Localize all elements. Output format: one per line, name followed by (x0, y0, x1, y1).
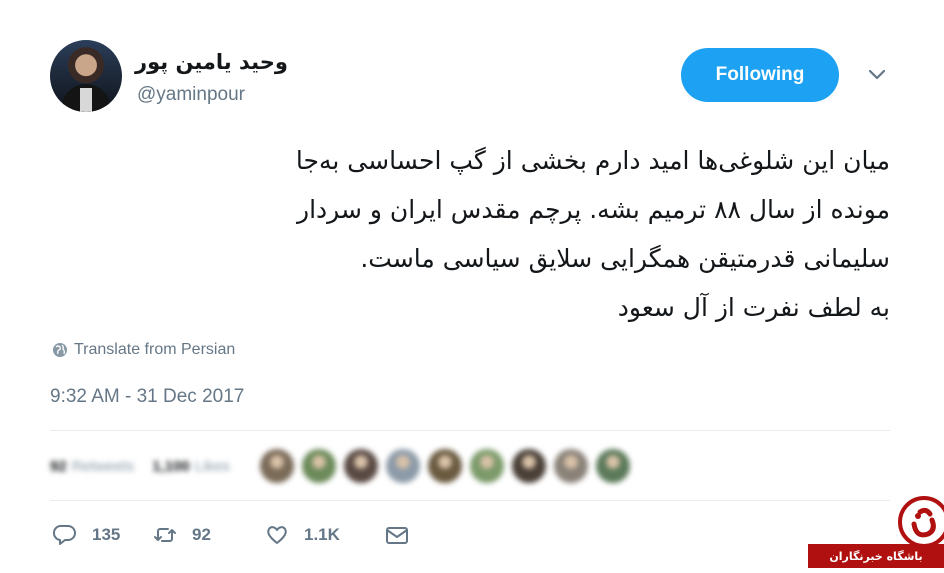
heart-icon (267, 526, 287, 544)
retweets-stat-label: Retweets (71, 457, 135, 475)
news-agency-watermark: باشگاه خبرنگاران (808, 494, 944, 573)
user-avatar[interactable] (50, 40, 122, 112)
divider (50, 500, 890, 501)
translate-link[interactable]: Translate from Persian (52, 341, 235, 359)
retweets-stat[interactable]: 92 Retweets (50, 458, 134, 475)
liker-avatar[interactable] (511, 449, 546, 483)
likes-stat-count: 1,100 (152, 457, 190, 475)
likes-stat-label: Likes (194, 457, 230, 475)
retweets-stat-count: 92 (50, 457, 67, 475)
retweet-button[interactable]: 92 (152, 522, 264, 548)
globe-icon (53, 343, 67, 357)
tweet-stats: 92 Retweets 1,100 Likes (50, 446, 630, 486)
envelope-icon (386, 527, 408, 544)
reply-icon (52, 524, 76, 545)
liker-avatars (259, 449, 630, 483)
divider (50, 430, 890, 431)
liker-avatar[interactable] (595, 449, 630, 483)
user-handle[interactable]: @yaminpour (137, 84, 245, 106)
liker-avatar[interactable] (259, 449, 294, 483)
liker-avatar[interactable] (343, 449, 378, 483)
chevron-down-icon[interactable] (866, 67, 888, 83)
translate-label: Translate from Persian (74, 341, 236, 358)
liker-avatar[interactable] (553, 449, 588, 483)
following-button[interactable]: Following (681, 48, 839, 102)
tweet-line: مونده از سال ۸۸ ترمیم بشه. پرچم مقدس ایر… (297, 195, 890, 224)
direct-message-button[interactable] (384, 522, 410, 548)
like-count: 1.1K (304, 525, 340, 544)
liker-avatar[interactable] (301, 449, 336, 483)
reply-button[interactable]: 135 (52, 522, 152, 548)
tweet-actions: 135 92 1.1K (52, 522, 410, 548)
watermark-text: باشگاه خبرنگاران (808, 544, 944, 568)
reply-count: 135 (92, 525, 121, 544)
retweet-icon (154, 528, 176, 542)
tweet-line: سلیمانی قدرمتیقن همگرایی سلایق سیاسی ماس… (360, 244, 890, 273)
retweet-count: 92 (192, 525, 211, 544)
liker-avatar[interactable] (469, 449, 504, 483)
liker-avatar[interactable] (385, 449, 420, 483)
like-button[interactable]: 1.1K (264, 522, 384, 548)
liker-avatar[interactable] (427, 449, 462, 483)
tweet-timestamp[interactable]: 9:32 AM - 31 Dec 2017 (50, 386, 244, 408)
likes-stat[interactable]: 1,100 Likes (152, 458, 230, 475)
tweet-text: میان این شلوغی‌ها امید دارم بخشی از گپ ا… (60, 136, 890, 332)
tweet-line: به لطف نفرت از آل سعود (617, 293, 890, 322)
tweet-line: میان این شلوغی‌ها امید دارم بخشی از گپ ا… (295, 146, 890, 175)
display-name[interactable]: وحید یامین پور (135, 50, 295, 74)
